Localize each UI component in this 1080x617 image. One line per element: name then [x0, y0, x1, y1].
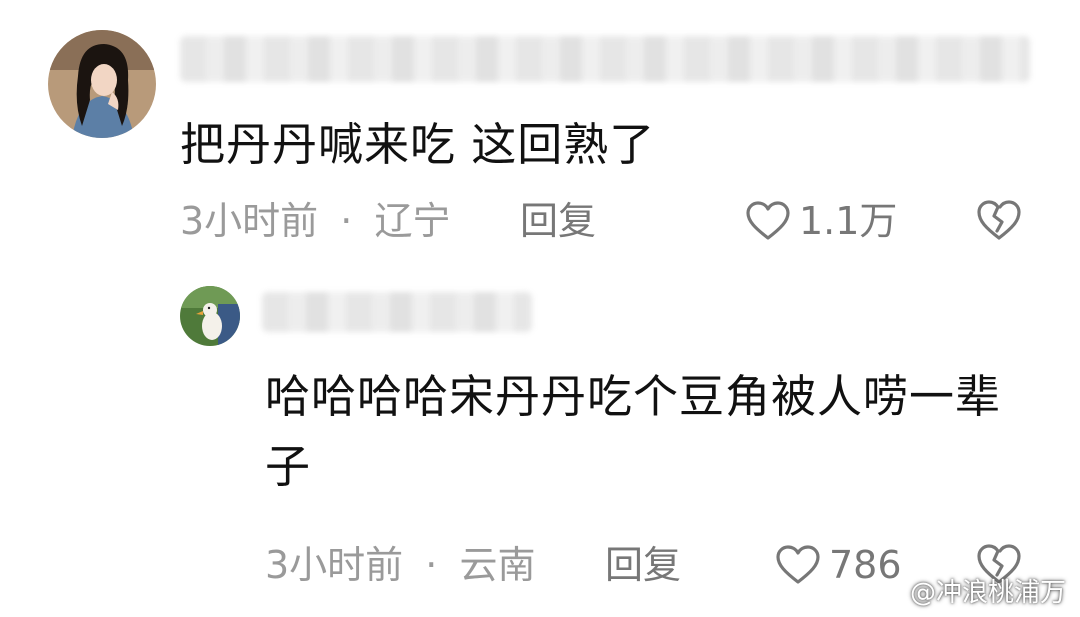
comment-meta: 3小时前 · 云南 — [265, 540, 535, 590]
like-button[interactable]: 1.1万 — [745, 196, 897, 246]
reply-button[interactable]: 回复 — [520, 196, 596, 246]
dislike-button[interactable] — [975, 198, 1023, 242]
comment-time: 3小时前 — [265, 543, 404, 587]
meta-separator: · — [425, 543, 438, 587]
username-blurred[interactable] — [262, 292, 532, 332]
avatar[interactable] — [180, 286, 240, 346]
avatar-photo — [180, 286, 240, 346]
comment-time: 3小时前 — [180, 199, 319, 243]
reply-button[interactable]: 回复 — [605, 540, 681, 590]
like-count: 1.1万 — [799, 199, 898, 243]
avatar-photo — [48, 30, 156, 138]
avatar[interactable] — [48, 30, 156, 138]
heart-outline-icon — [776, 545, 820, 584]
watermark-text: @冲浪桃浦万 — [909, 578, 1066, 608]
comment-text: 把丹丹喊来吃 这回熟了 — [180, 118, 656, 171]
meta-separator: · — [340, 199, 353, 243]
comment-location: 云南 — [459, 543, 536, 587]
comment-location: 辽宁 — [374, 199, 451, 243]
watermark: @冲浪桃浦万 — [862, 572, 1066, 609]
broken-heart-icon — [977, 200, 1021, 240]
comment-meta: 3小时前 · 辽宁 — [180, 196, 450, 246]
username-blurred[interactable] — [180, 36, 1030, 82]
comment-text: 哈哈哈哈宋丹丹吃个豆角被人唠一辈子 — [265, 370, 1002, 493]
weibo-logo-icon — [863, 578, 904, 606]
heart-outline-icon — [746, 201, 790, 240]
